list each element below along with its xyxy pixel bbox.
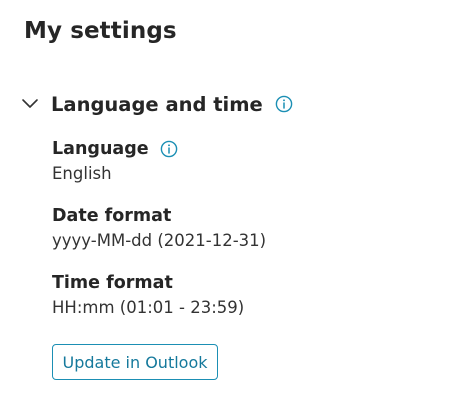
update-in-outlook-button[interactable]: Update in Outlook: [52, 344, 218, 380]
date-format-field: Date format yyyy-MM-dd (2021-12-31): [52, 204, 266, 250]
language-field: Language English: [52, 137, 178, 183]
page-title: My settings: [24, 18, 177, 44]
date-format-label: Date format: [52, 206, 172, 226]
info-icon[interactable]: [275, 95, 293, 113]
chevron-down-icon[interactable]: [20, 94, 40, 114]
language-info-icon[interactable]: [160, 140, 178, 158]
section-title: Language and time: [51, 92, 263, 116]
language-label: Language: [52, 139, 149, 159]
time-format-label: Time format: [52, 273, 173, 293]
time-format-field: Time format HH:mm (01:01 - 23:59): [52, 271, 244, 317]
date-format-value: yyyy-MM-dd (2021-12-31): [52, 231, 267, 250]
language-and-time-section-header[interactable]: Language and time: [20, 88, 293, 120]
language-value: English: [52, 164, 112, 183]
time-format-value: HH:mm (01:01 - 23:59): [52, 298, 245, 317]
